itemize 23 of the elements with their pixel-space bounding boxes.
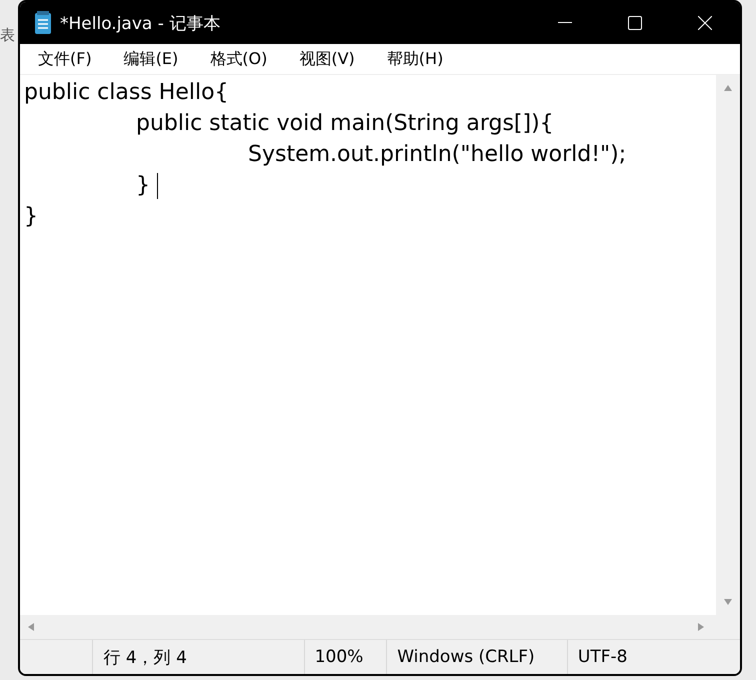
code-line: public static void main(String args[]){ (135, 110, 554, 138)
vertical-scrollbar[interactable] (716, 75, 740, 615)
close-icon (698, 16, 712, 30)
status-text: 100% (304, 640, 386, 674)
text-cursor (157, 172, 158, 198)
code-line: } (24, 203, 38, 231)
code-line: } (135, 172, 151, 200)
maximize-icon (628, 16, 642, 30)
scroll-right-icon[interactable] (696, 622, 706, 632)
code-line: System.out.println("hello world!"); (247, 141, 626, 169)
minimize-icon (558, 22, 572, 24)
scroll-up-icon[interactable] (723, 83, 733, 93)
background-text: 表 (0, 26, 16, 45)
text-area[interactable]: public class Hello{ public static void main(String args[]){ System.out.println("hello world!"); } } (20, 75, 716, 615)
notepad-icon (34, 11, 52, 35)
code-line: public class Hello{ (24, 79, 229, 107)
status-text: UTF-8 (566, 640, 740, 674)
horizontal-scrollbar[interactable] (20, 615, 740, 639)
status-text: Windows (CRLF) (386, 640, 567, 674)
scroll-down-icon[interactable] (723, 597, 733, 607)
status-text: 行 4，列 4 (92, 640, 304, 674)
window-title: *Hello.java - 记事本 (60, 12, 222, 34)
scroll-left-icon[interactable] (26, 622, 36, 632)
